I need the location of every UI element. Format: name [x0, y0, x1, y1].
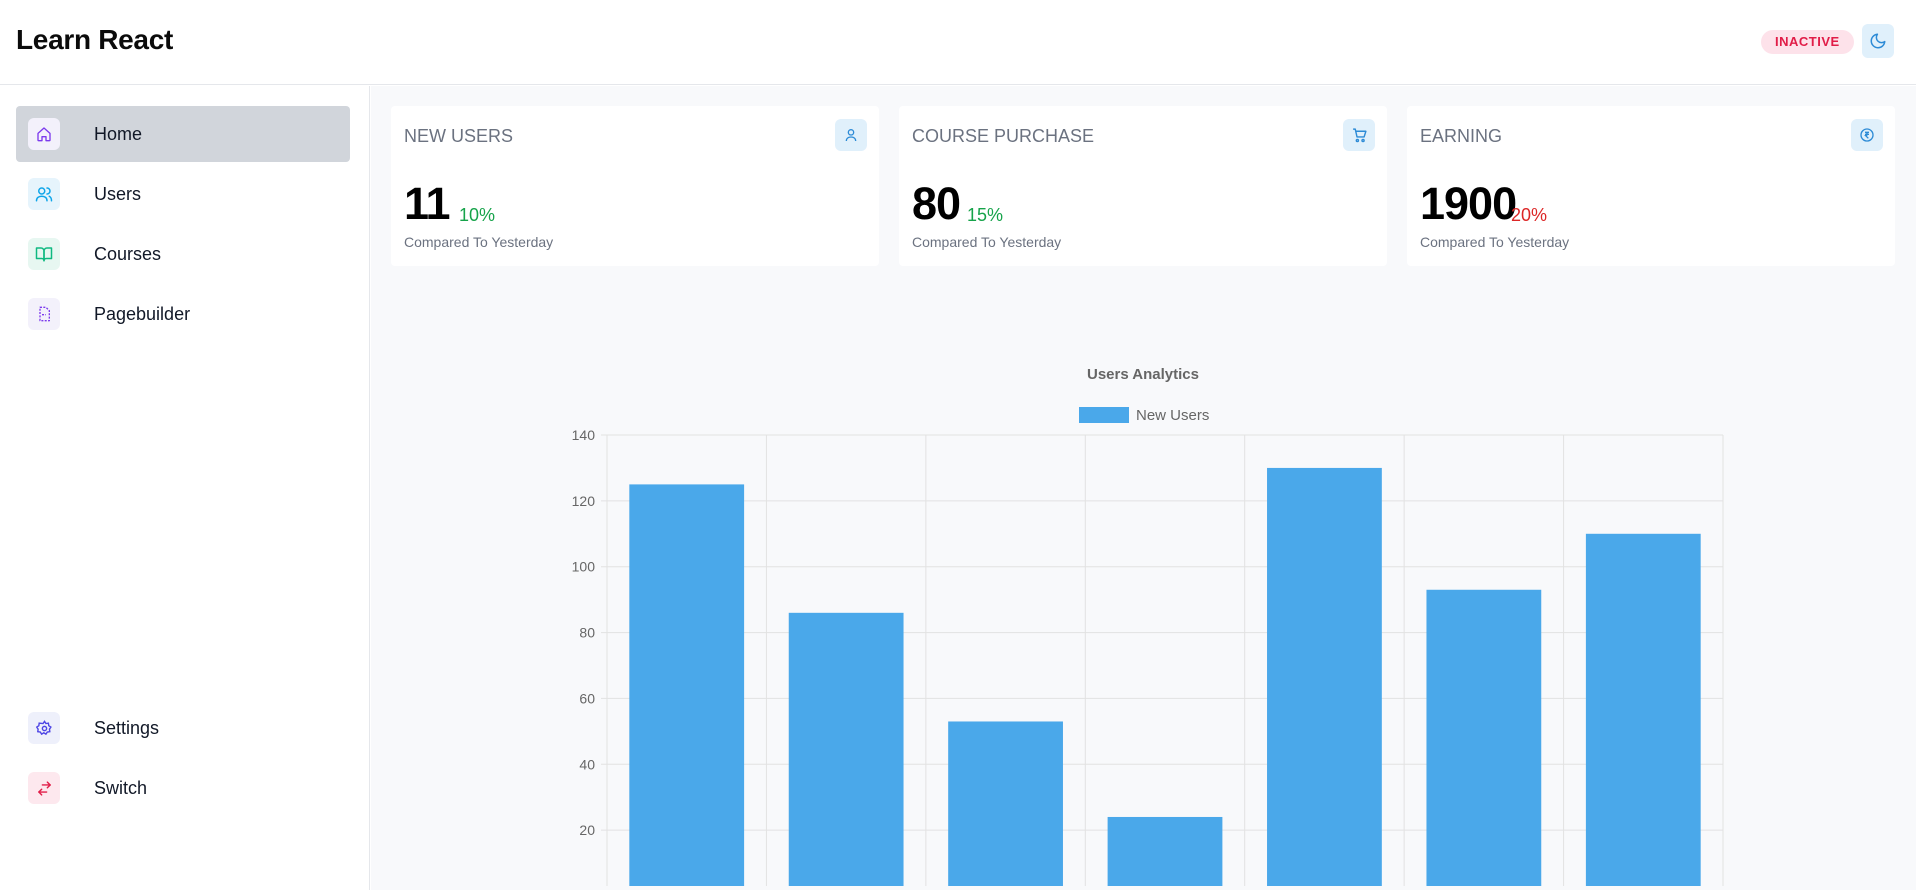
file-icon: [28, 298, 60, 330]
sidebar-item-courses[interactable]: Courses: [16, 226, 350, 282]
legend-label: New Users: [1136, 407, 1209, 424]
card-title: EARNING: [1420, 126, 1503, 146]
stat-card-course-purchase: COURSE PURCHASE 80 15% Compared To Yeste…: [899, 106, 1387, 266]
bar-july: [1585, 533, 1701, 886]
sidebar: Home Users Courses Pagebuilder Settings …: [0, 86, 370, 890]
card-change: 20%: [1511, 205, 1548, 225]
card-change: 15%: [967, 205, 1004, 225]
user-icon: [835, 119, 867, 151]
sidebar-item-label: Home: [94, 123, 143, 144]
chart-title: Users Analytics: [1087, 366, 1199, 383]
card-change: 10%: [459, 205, 496, 225]
app-title: Learn React: [16, 24, 173, 55]
sidebar-item-switch[interactable]: Switch: [16, 760, 350, 816]
bar-february: [788, 612, 904, 886]
home-icon: [28, 118, 60, 150]
bar-january: [629, 484, 745, 886]
card-value: 80: [912, 178, 961, 229]
bar-may: [1267, 467, 1382, 886]
sidebar-item-label: Courses: [94, 243, 162, 264]
stat-card-new-users: NEW USERS 11 10% Compared To Yesterday: [391, 106, 879, 266]
switch-arrows-icon: [28, 772, 60, 804]
gear-icon: [28, 712, 60, 744]
sidebar-item-label: Settings: [94, 717, 160, 738]
sidebar-item-home[interactable]: Home: [16, 106, 350, 162]
users-icon: [28, 178, 60, 210]
main-content: NEW USERS 11 10% Compared To Yesterday C…: [371, 86, 1916, 890]
sidebar-item-settings[interactable]: Settings: [16, 700, 350, 756]
y-tick-label: 140: [572, 427, 596, 443]
card-subtitle: Compared To Yesterday: [912, 234, 1062, 250]
y-tick-label: 80: [579, 625, 595, 641]
moon-icon: [1870, 33, 1886, 49]
card-title: COURSE PURCHASE: [912, 126, 1095, 146]
card-value: 11: [404, 178, 451, 229]
y-tick-label: 40: [579, 756, 595, 772]
card-subtitle: Compared To Yesterday: [404, 234, 554, 250]
sidebar-item-label: Switch: [94, 777, 148, 798]
bar-june: [1426, 589, 1542, 886]
y-tick-label: 120: [572, 493, 596, 509]
card-title: NEW USERS: [404, 126, 514, 146]
sidebar-item-users[interactable]: Users: [16, 166, 350, 222]
app-header: Learn React INACTIVE: [0, 0, 1916, 85]
y-tick-label: 20: [579, 822, 595, 838]
book-icon: [28, 238, 60, 270]
y-tick-label: 100: [572, 559, 596, 575]
sidebar-item-label: Users: [94, 183, 142, 204]
y-tick-label: 60: [579, 690, 595, 706]
rupee-icon: [1851, 119, 1883, 151]
users-analytics-chart: 020406080100120140JanuaryFebruaryMarchAp…: [572, 366, 1724, 886]
card-value: 1900: [1420, 178, 1517, 229]
bar-march: [948, 721, 1063, 886]
stat-card-earning: EARNING 1900 20% Compared To Yesterday: [1407, 106, 1895, 266]
card-subtitle: Compared To Yesterday: [1420, 234, 1570, 250]
theme-toggle-button[interactable]: [1862, 24, 1894, 58]
sidebar-item-pagebuilder[interactable]: Pagebuilder: [16, 286, 350, 342]
cart-icon: [1343, 119, 1375, 151]
bar-april: [1107, 816, 1223, 886]
sidebar-item-label: Pagebuilder: [94, 303, 191, 324]
legend-swatch: [1079, 407, 1129, 423]
status-badge: INACTIVE: [1761, 30, 1854, 54]
